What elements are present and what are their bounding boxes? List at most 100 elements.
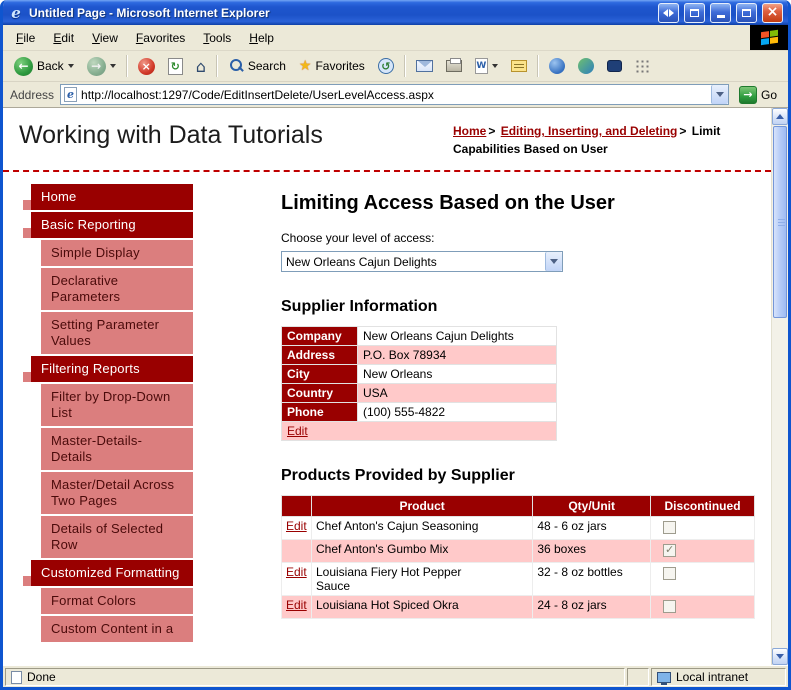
address-box: e (60, 84, 729, 105)
browser-window: e Untitled Page - Microsoft Internet Exp… (0, 0, 791, 690)
sidebar-item-details-of-selected-row[interactable]: Details of Selected Row (41, 516, 193, 558)
zone-text: Local intranet (676, 670, 749, 684)
grid-icon (634, 59, 649, 73)
toolbar-separator (403, 55, 406, 77)
sidebar-item-master-detail-across-two-pages[interactable]: Master/Detail Across Two Pages (41, 472, 193, 514)
nav-arrows-button[interactable] (658, 2, 679, 23)
sidebar-item-custom-content[interactable]: Custom Content in a (41, 616, 193, 642)
sidebar-item-basic-reporting[interactable]: Basic Reporting (23, 212, 193, 238)
breadcrumb-section-link[interactable]: Editing, Inserting, and Deleting (501, 124, 678, 138)
access-level-value: New Orleans Cajun Delights (286, 254, 437, 269)
select-arrow-button[interactable] (545, 252, 562, 271)
messenger-button[interactable] (572, 55, 600, 77)
discuss-button[interactable] (505, 57, 533, 75)
menu-edit[interactable]: Edit (44, 28, 83, 48)
go-label: Go (760, 87, 777, 102)
back-button[interactable]: ← Back (8, 54, 80, 79)
product-edit-link[interactable]: Edit (286, 565, 307, 579)
sidebar-nav: Home Basic Reporting Simple Display Decl… (23, 184, 213, 644)
home-button[interactable]: ⌂ (190, 54, 212, 79)
globe-button[interactable] (543, 55, 571, 77)
product-qty: 48 - 6 oz jars (537, 519, 607, 533)
print-button[interactable] (440, 57, 468, 75)
product-edit-link[interactable]: Edit (286, 598, 307, 612)
sidebar-item-master-details-details[interactable]: Master-Details-Details (41, 428, 193, 470)
scrollbar-track[interactable] (772, 319, 788, 648)
sidebar-item-home[interactable]: Home (23, 184, 193, 210)
table-row: City New Orleans (281, 364, 557, 384)
breadcrumb: Home > Editing, Inserting, and Deleting > … (453, 122, 753, 158)
document-icon (11, 670, 22, 684)
forward-button[interactable]: → (81, 54, 122, 79)
product-edit-link[interactable]: Edit (286, 519, 307, 533)
home-icon: ⌂ (195, 56, 206, 76)
qty-column-header: Qty/Unit (532, 495, 652, 517)
scroll-down-button[interactable] (772, 648, 788, 665)
chevron-down-icon (776, 654, 784, 659)
vertical-scrollbar[interactable] (771, 108, 788, 665)
supplier-value: New Orleans Cajun Delights (357, 326, 557, 346)
maximize-button[interactable] (736, 2, 757, 23)
window-mode-button[interactable] (684, 2, 705, 23)
edit-word-icon: W (474, 58, 488, 74)
table-row: Edit Chef Anton's Cajun Seasoning 48 - 6… (281, 516, 755, 540)
minimize-icon (716, 15, 725, 18)
address-input[interactable] (81, 86, 707, 103)
close-button[interactable]: × (762, 2, 783, 23)
table-row: Phone (100) 555-4822 (281, 402, 557, 422)
status-zone: Local intranet (651, 668, 786, 686)
discontinued-checkbox (663, 567, 677, 580)
content-area: Working with Data Tutorials Home > Editin… (3, 108, 788, 665)
scrollbar-thumb[interactable] (773, 126, 787, 318)
forward-dropdown-icon (109, 64, 116, 68)
favorites-label: Favorites (315, 59, 365, 73)
chevron-up-icon (776, 114, 784, 119)
table-row: Edit (281, 421, 557, 441)
sidebar-item-customized-formatting[interactable]: Customized Formatting (23, 560, 193, 586)
product-column-header: Product (310, 495, 534, 517)
search-button[interactable]: Search (222, 55, 292, 77)
product-qty: 32 - 8 oz bottles (537, 565, 623, 579)
sidebar-item-format-colors[interactable]: Format Colors (41, 588, 193, 614)
breadcrumb-home-link[interactable]: Home (453, 124, 486, 138)
toolbar: ← Back → × ↻ ⌂ Search ★ Favorites ↺ W (3, 51, 788, 82)
supplier-edit-link[interactable]: Edit (287, 424, 308, 438)
toolbar-separator (215, 55, 218, 77)
stop-button[interactable]: × (132, 55, 161, 78)
edit-in-word-button[interactable]: W (469, 55, 504, 77)
sidebar-item-filter-by-drop-down-list[interactable]: Filter by Drop-Down List (41, 384, 193, 426)
sidebar-item-declarative-parameters[interactable]: Declarative Parameters (41, 268, 193, 310)
sidebar-item-filtering-reports[interactable]: Filtering Reports (23, 356, 193, 382)
address-dropdown-button[interactable] (710, 85, 728, 104)
address-label: Address (10, 87, 55, 102)
mail-button[interactable] (410, 57, 439, 75)
menu-favorites[interactable]: Favorites (127, 28, 194, 48)
menu-tools[interactable]: Tools (194, 28, 240, 48)
menu-file[interactable]: File (7, 28, 44, 48)
window-icon (690, 8, 699, 17)
supplier-label: Address (281, 345, 358, 365)
sidebar-item-simple-display[interactable]: Simple Display (41, 240, 193, 266)
minimize-button[interactable] (710, 2, 731, 23)
ie-logo-icon: e (11, 3, 21, 22)
breadcrumb-separator: > (679, 124, 687, 138)
menu-help[interactable]: Help (240, 28, 283, 48)
history-button[interactable]: ↺ (372, 55, 400, 77)
favorites-button[interactable]: ★ Favorites (293, 55, 371, 77)
windows-logo-throbber (750, 25, 788, 50)
grid-button[interactable] (629, 56, 655, 76)
table-header-row: Product Qty/Unit Discontinued (281, 495, 755, 517)
menu-view[interactable]: View (83, 28, 127, 48)
scroll-up-button[interactable] (772, 108, 788, 125)
close-icon: × (766, 4, 779, 20)
toolbar-separator (536, 55, 539, 77)
supplier-heading: Supplier Information (281, 298, 438, 315)
refresh-button[interactable]: ↻ (162, 55, 189, 78)
research-button[interactable] (601, 57, 628, 75)
sidebar-item-setting-parameter-values[interactable]: Setting Parameter Values (41, 312, 193, 354)
discuss-icon (510, 60, 527, 72)
access-level-select[interactable]: New Orleans Cajun Delights (281, 251, 563, 272)
product-name: Louisiana Hot Spiced Okra (315, 598, 459, 612)
go-button[interactable]: → Go (735, 85, 781, 104)
messenger-icon (577, 58, 594, 74)
